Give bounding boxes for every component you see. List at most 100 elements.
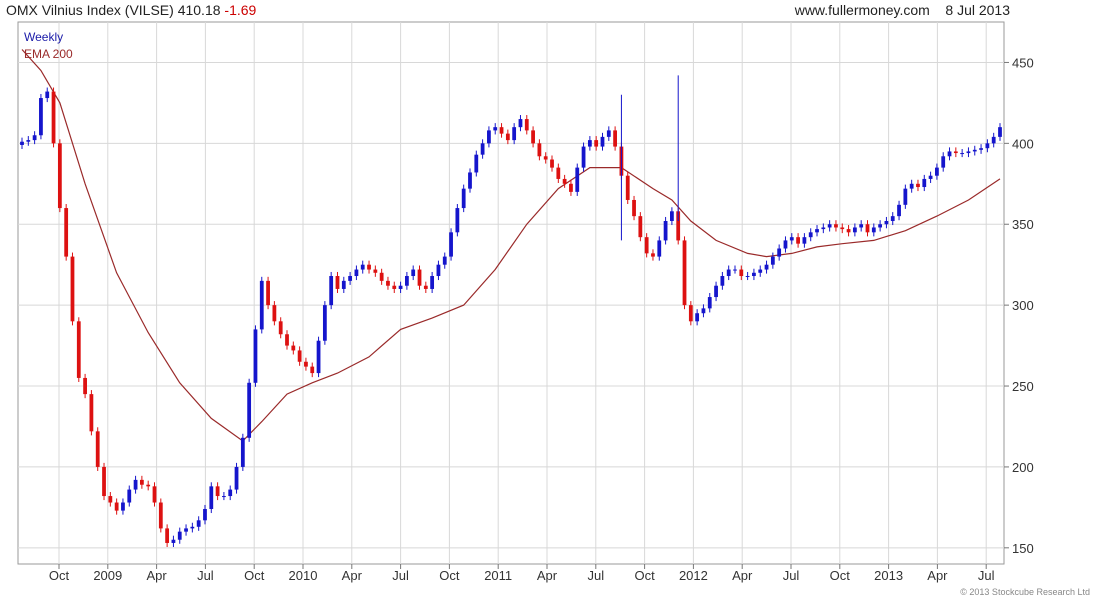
candle-body [310,366,315,374]
candle-body [512,127,517,141]
candle-body [632,199,636,217]
candle [449,228,453,261]
candle-body [543,156,548,160]
candle-body [222,496,226,498]
candle-body [827,224,832,228]
price-chart: 150 200 250 300 350 400 450 Oct 2009 Apr Jul Oct 20… [17,21,1090,597]
candle [70,252,75,326]
candle-body [474,154,479,173]
candle-body [152,486,157,503]
candle-body [991,136,996,144]
legend-ema: EMA 200 [24,47,73,61]
candle-body [190,526,195,529]
candle-body [89,394,94,432]
x-tick-label: Apr [146,568,167,583]
candle-body [613,130,618,147]
candle-body [304,361,308,367]
candle-body [360,264,365,270]
candle-body [436,264,441,277]
candle-body [783,240,788,249]
candle-body [341,280,346,289]
x-tick-label: 2009 [93,568,122,583]
x-axis: Oct 2009 Apr Jul Oct 2010 Apr Jul Oct 2011 Apr Jul O… [49,564,995,583]
candle [322,301,327,345]
candle-body [770,256,775,265]
candle-body [449,232,453,257]
candle-body [745,276,750,278]
candle [253,325,258,387]
candle-body [764,264,769,270]
candle-body [196,520,201,527]
candle-body [733,269,737,271]
candle-body [600,136,605,147]
candle-body [121,502,125,511]
candle-body [834,224,838,228]
candle [209,482,214,514]
candle-body [316,340,321,374]
candle-body [524,119,529,131]
x-tick-label: Oct [244,568,265,583]
candle [158,498,163,533]
candle-body [234,466,239,490]
y-tick-label: 150 [1012,541,1034,556]
x-tick-label: Apr [342,568,363,583]
y-tick-label: 200 [1012,460,1034,475]
candle [266,276,270,310]
x-tick-label: Oct [634,568,655,583]
candle-body [777,248,782,257]
candle-body [953,151,958,154]
candle-body [171,539,176,543]
candle [575,163,580,196]
candle-body [752,272,756,277]
candle-body [575,167,580,192]
candle-body [373,269,378,273]
candle-body [714,285,718,298]
candle-body [531,130,535,144]
candle-body [897,204,901,217]
candle-body [884,221,889,225]
candle-body [404,276,409,286]
y-tick-label: 250 [1012,379,1034,394]
y-axis: 150 200 250 300 350 400 450 [1004,55,1034,556]
candle-body [821,227,826,230]
legend-weekly: Weekly [24,30,63,44]
candle-body [266,280,270,306]
candle-body [815,229,819,233]
candle-body [468,172,472,189]
candle-body [922,178,927,188]
candle-body [758,269,763,273]
candle-body [935,167,939,176]
candle-body [960,153,965,155]
candle-body [947,151,952,157]
candle-body [789,237,794,241]
candle-body [158,502,163,529]
candle [89,390,94,436]
x-tick-label: Apr [537,568,558,583]
candle-body [644,237,649,254]
candle-body [625,175,630,200]
candle [64,204,69,261]
candle-body [209,486,214,509]
candle-body [291,345,296,351]
candle-body [480,143,485,155]
candle [39,93,43,140]
candle-body [146,484,151,487]
candle-body [423,285,428,289]
candle-body [493,127,498,131]
candle-body [852,227,857,233]
x-tick-label: Oct [439,568,460,583]
candle-body [550,159,554,168]
candle-body [259,280,264,330]
candle-body [638,216,643,238]
candle-body [114,502,119,511]
candle [57,139,62,213]
candle [663,216,668,245]
candle [461,184,466,213]
candle [240,433,245,471]
candle-body [802,237,807,244]
x-tick-label: Oct [830,568,851,583]
candle-body [657,240,662,257]
candle-body [348,276,352,281]
x-tick-label: Apr [927,568,948,583]
candle-body [720,276,725,286]
